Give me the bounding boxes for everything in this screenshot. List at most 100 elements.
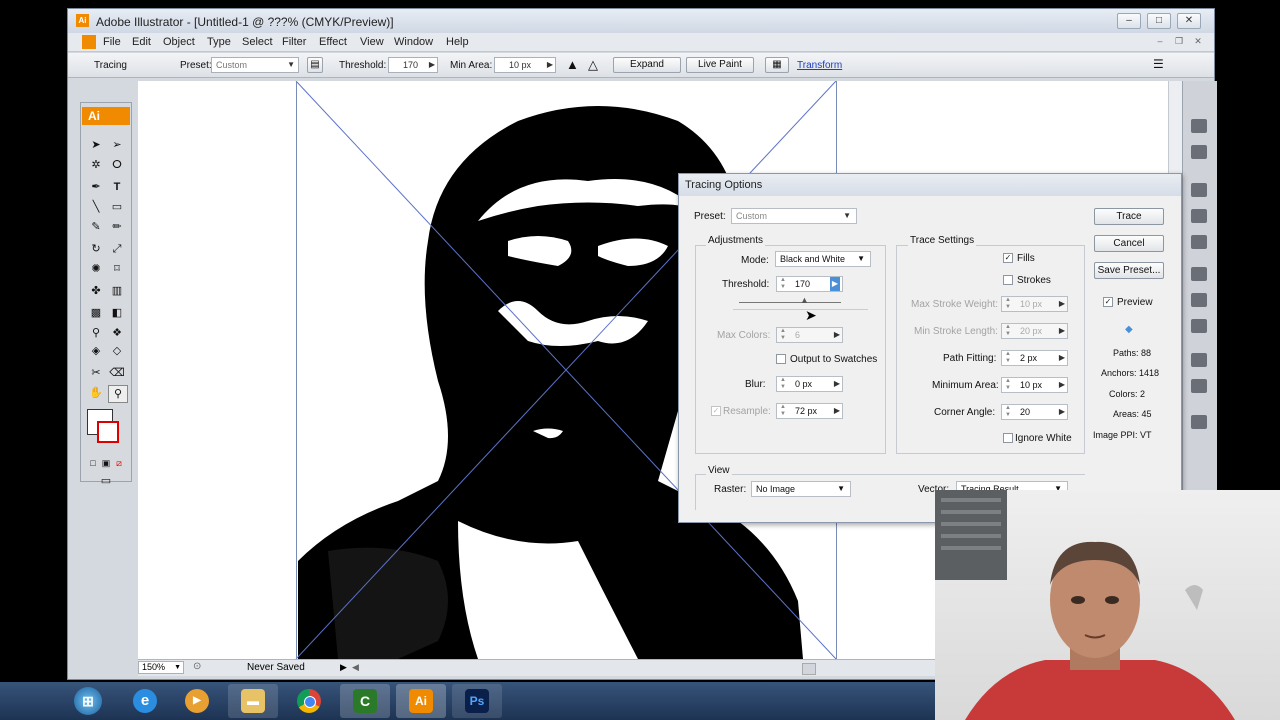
symbols-panel-icon[interactable] <box>1191 235 1207 249</box>
maximize-button[interactable]: □ <box>1147 13 1171 29</box>
vector-view-icon[interactable]: △ <box>588 57 598 73</box>
menu-object[interactable]: Object <box>163 36 195 48</box>
slice-tool-icon[interactable]: ✂ <box>87 365 105 381</box>
path-fitting-input[interactable]: ▲ ▼ 2 px ▶ <box>1001 350 1068 366</box>
graphic-styles-panel-icon[interactable] <box>1191 379 1207 393</box>
taskbar-file-explorer[interactable]: ▬ <box>228 684 278 718</box>
scroll-left-icon[interactable]: ◀ <box>352 662 359 673</box>
blur-input[interactable]: ▲ ▼ 0 px ▶ <box>776 376 843 392</box>
taskbar-illustrator[interactable]: Ai <box>396 684 446 718</box>
horizontal-scroll-thumb[interactable] <box>802 663 816 675</box>
line-tool-icon[interactable]: ╲ <box>87 199 105 215</box>
spinner-icon[interactable]: ▲ ▼ <box>780 277 786 291</box>
color-panel-icon[interactable] <box>1191 119 1207 133</box>
arrow-right-icon[interactable]: ▶ <box>547 58 553 72</box>
warp-tool-icon[interactable]: ✺ <box>87 261 105 277</box>
expand-button[interactable]: Expand <box>613 57 681 73</box>
tracing-options-icon[interactable]: ▤ <box>307 57 323 73</box>
brushes-panel-icon[interactable] <box>1191 209 1207 223</box>
mode-dropdown[interactable]: Black and White ▼ <box>775 251 871 267</box>
taskbar-photoshop[interactable]: Ps <box>452 684 502 718</box>
cancel-button[interactable]: Cancel <box>1094 235 1164 252</box>
minimize-button[interactable]: – <box>1117 13 1141 29</box>
transparency-panel-icon[interactable] <box>1191 319 1207 333</box>
arrow-right-icon[interactable]: ▶ <box>834 377 840 391</box>
taskbar-internet-explorer[interactable]: e <box>120 684 170 718</box>
menu-filter[interactable]: Filter <box>282 36 306 48</box>
taskbar-media-player[interactable]: ▶ <box>172 684 222 718</box>
none-mode-icon[interactable]: ⧄ <box>110 455 128 471</box>
min-area-input[interactable]: 10 px ▶ <box>494 57 556 73</box>
live-paint-button[interactable]: Live Paint <box>686 57 754 73</box>
arrow-right-icon[interactable]: ▶ <box>1059 351 1065 365</box>
raster-view-icon[interactable]: ▲ <box>566 57 579 72</box>
graph-tool-icon[interactable]: ▥ <box>108 283 126 299</box>
blend-tool-icon[interactable]: ❖ <box>108 325 126 341</box>
preset-dropdown[interactable]: Custom ▼ <box>211 57 299 73</box>
status-arrow-icon[interactable]: ▶ <box>340 662 347 673</box>
taskbar-chrome[interactable] <box>284 684 334 718</box>
color-guide-panel-icon[interactable] <box>1191 145 1207 159</box>
selection-tool-icon[interactable]: ➤ <box>87 137 105 153</box>
minimum-area-input[interactable]: ▲ ▼ 10 px ▶ <box>1001 377 1068 393</box>
spinner-icon[interactable]: ▲ ▼ <box>780 377 786 391</box>
transform-link[interactable]: Transform <box>797 60 842 71</box>
arrow-right-icon[interactable]: ▶ <box>1059 405 1065 419</box>
arrow-right-icon[interactable]: ▶ <box>429 58 435 72</box>
menu-type[interactable]: Type <box>207 36 231 48</box>
zoom-tool-icon[interactable]: ⚲ <box>108 385 128 403</box>
zoom-level-dropdown[interactable]: 150% ▼ <box>138 661 184 674</box>
layers-panel-icon[interactable] <box>1191 415 1207 429</box>
menu-effect[interactable]: Effect <box>319 36 347 48</box>
close-button[interactable]: ✕ <box>1177 13 1201 29</box>
menu-window[interactable]: Window <box>394 36 433 48</box>
menu-select[interactable]: Select <box>242 36 273 48</box>
doc-close-button[interactable]: ✕ <box>1191 36 1205 48</box>
gradient-tool-icon[interactable]: ◧ <box>108 305 126 321</box>
threshold-slider-toggle-icon[interactable]: ▶ <box>829 277 840 291</box>
panel-menu-icon[interactable]: ☰ <box>1153 57 1164 71</box>
eraser-tool-icon[interactable]: ⌫ <box>108 365 126 381</box>
preview-checkbox[interactable]: ✓ <box>1103 297 1113 307</box>
align-icon[interactable]: ▦ <box>765 57 789 73</box>
start-button[interactable]: ⊞ <box>64 684 114 718</box>
hand-tool-icon[interactable]: ✋ <box>87 385 105 401</box>
spinner-icon[interactable]: ▲ ▼ <box>1005 351 1011 365</box>
live-paint-bucket-tool-icon[interactable]: ◈ <box>87 343 105 359</box>
threshold-slider-track[interactable] <box>739 302 841 303</box>
arrow-right-icon[interactable]: ▶ <box>1059 378 1065 392</box>
resample-input[interactable]: ▲ ▼ 72 px ▶ <box>776 403 843 419</box>
stroke-swatch[interactable] <box>97 421 119 443</box>
dialog-title-bar[interactable]: Tracing Options <box>679 174 1181 196</box>
scale-tool-icon[interactable]: ⤢ <box>108 241 126 257</box>
menu-file[interactable]: File <box>103 36 121 48</box>
spinner-icon[interactable]: ▲ ▼ <box>1005 405 1011 419</box>
strokes-checkbox[interactable] <box>1003 275 1013 285</box>
corner-angle-input[interactable]: ▲ ▼ 20 ▶ <box>1001 404 1068 420</box>
preset-dropdown[interactable]: Custom ▼ <box>731 208 857 224</box>
fills-checkbox[interactable]: ✓ <box>1003 253 1013 263</box>
menu-help[interactable]: Help <box>446 36 469 48</box>
taskbar-camtasia[interactable]: C <box>340 684 390 718</box>
pen-tool-icon[interactable]: ✒ <box>87 179 105 195</box>
threshold-input[interactable]: ▲ ▼ 170 ▶ <box>776 276 843 292</box>
symbol-sprayer-tool-icon[interactable]: ✤ <box>87 283 105 299</box>
trace-button[interactable]: Trace <box>1094 208 1164 225</box>
threshold-slider-thumb[interactable]: ▲ <box>800 295 809 305</box>
eyedropper-tool-icon[interactable]: ⚲ <box>87 325 105 341</box>
paintbrush-tool-icon[interactable]: ✎ <box>87 219 105 235</box>
magic-wand-tool-icon[interactable]: ✲ <box>87 157 105 173</box>
screen-mode-icon[interactable]: ▭ <box>97 473 115 489</box>
ignore-white-checkbox[interactable] <box>1003 433 1013 443</box>
type-tool-icon[interactable]: T <box>108 179 126 195</box>
appearance-panel-icon[interactable] <box>1191 353 1207 367</box>
free-transform-tool-icon[interactable]: ⌑ <box>108 261 126 277</box>
swatches-panel-icon[interactable] <box>1191 183 1207 197</box>
status-menu-icon[interactable]: ⊙ <box>193 661 201 672</box>
stroke-panel-icon[interactable] <box>1191 267 1207 281</box>
doc-restore-button[interactable]: ❐ <box>1172 36 1186 48</box>
output-to-swatches-checkbox[interactable] <box>776 354 786 364</box>
menu-edit[interactable]: Edit <box>132 36 151 48</box>
live-paint-selection-tool-icon[interactable]: ◇ <box>108 343 126 359</box>
threshold-input[interactable]: 170 ▶ <box>388 57 438 73</box>
